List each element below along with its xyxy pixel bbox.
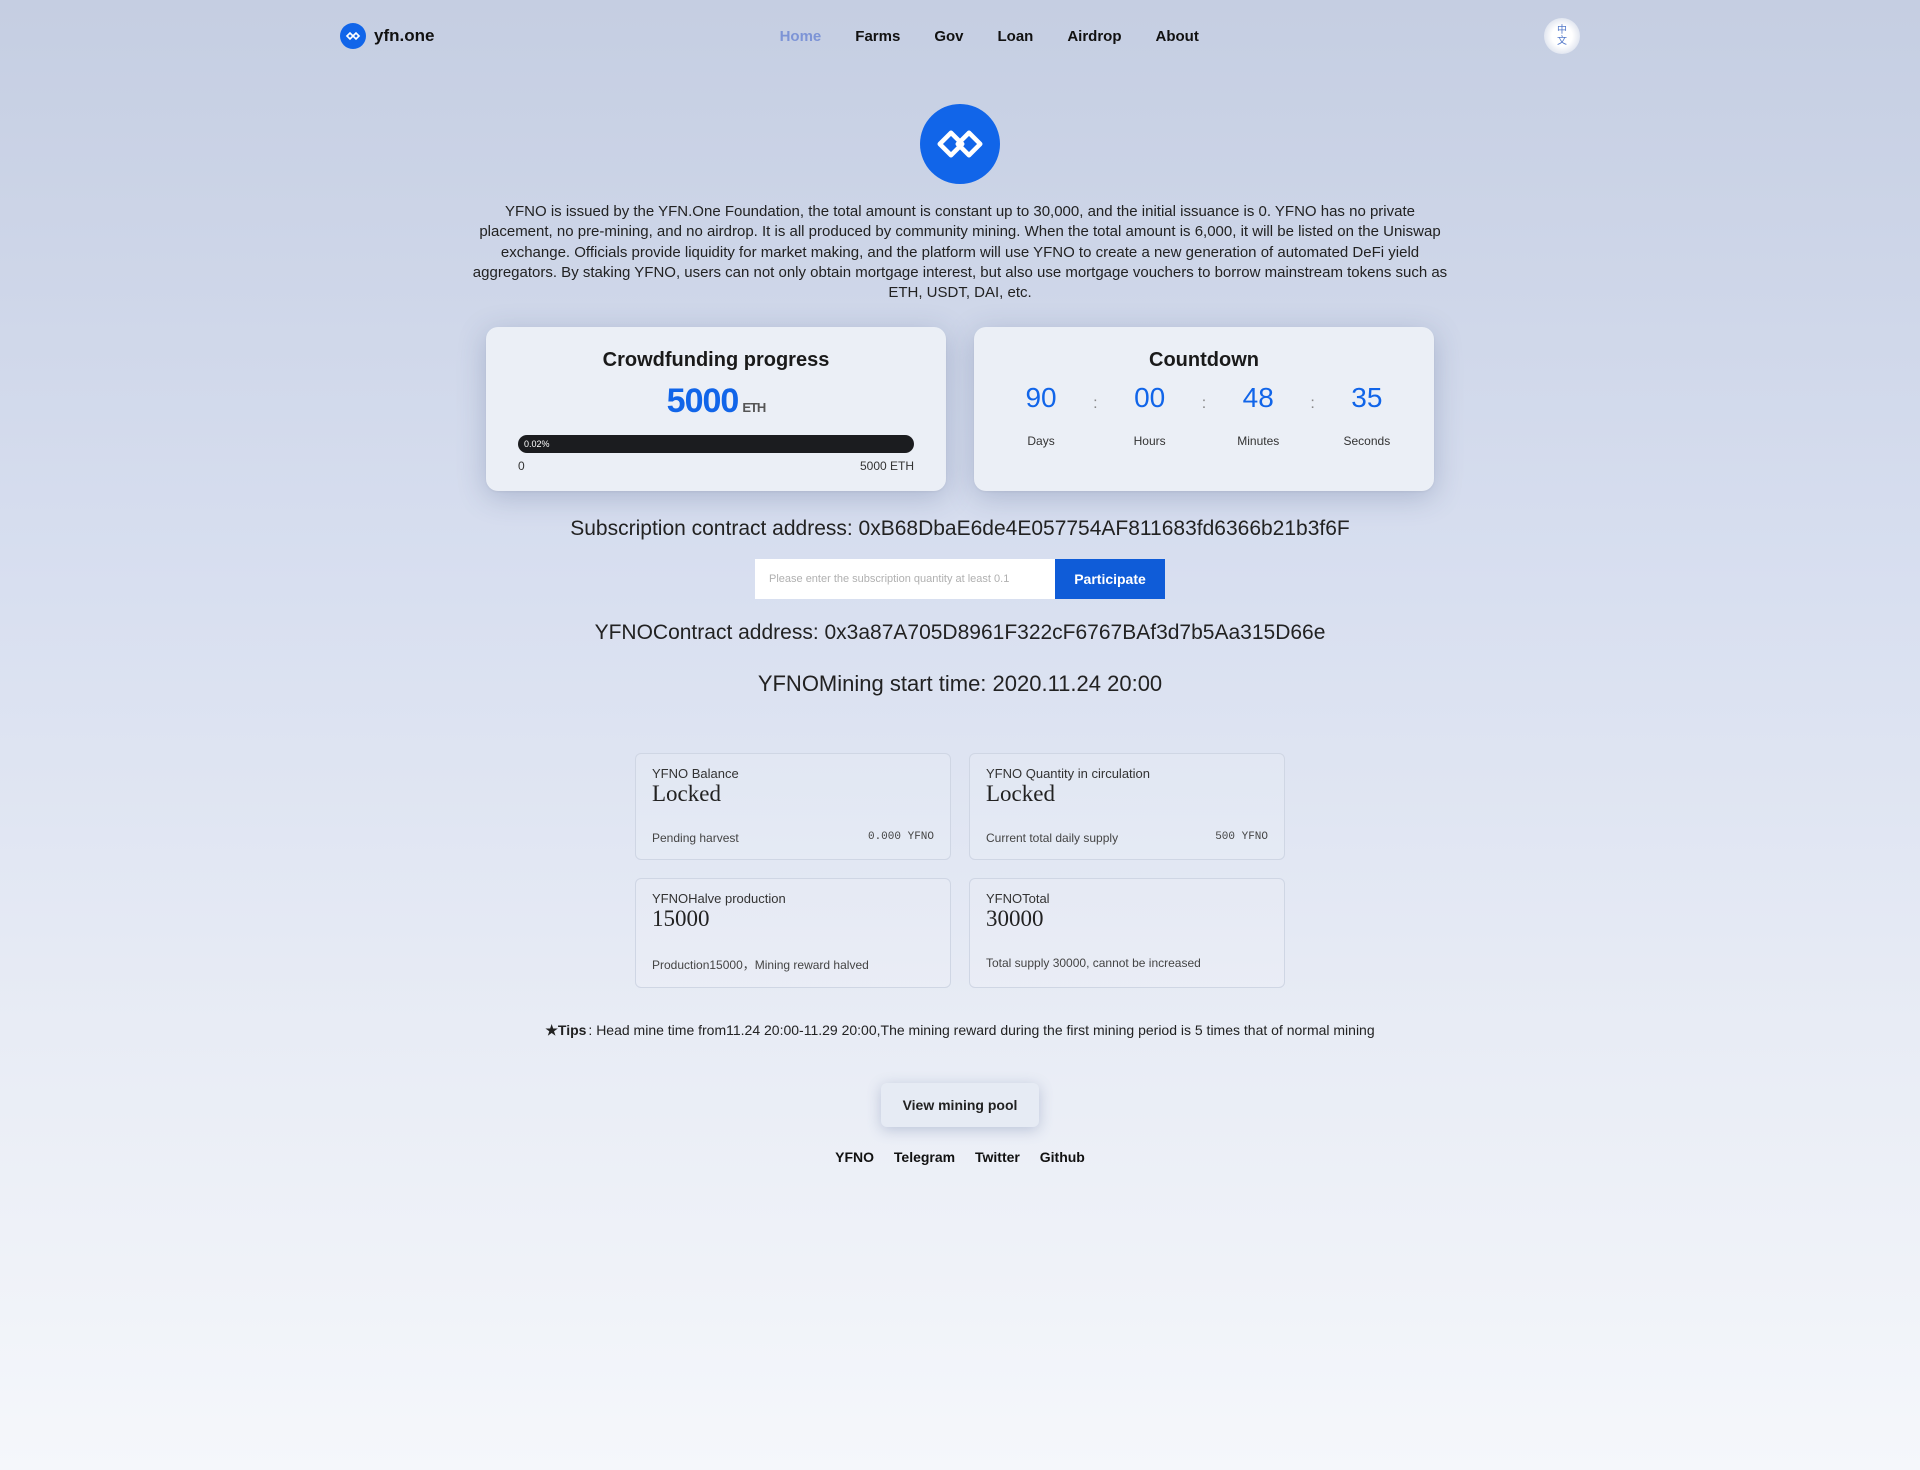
stat-total-value: 30000 [986, 906, 1268, 932]
footer-yfno[interactable]: YFNO [835, 1149, 874, 1165]
nav-about[interactable]: About [1156, 28, 1199, 45]
progress-pct: 0.02% [524, 435, 550, 453]
logo-icon [340, 23, 366, 49]
stat-halve-value: 15000 [652, 906, 934, 932]
colon: : [1310, 395, 1314, 413]
lang-line2: 文 [1557, 36, 1567, 47]
stat-circ-title: YFNO Quantity in circulation [986, 766, 1268, 781]
mining-time: YFNOMining start time: 2020.11.24 20:00 [340, 671, 1580, 697]
colon: : [1202, 395, 1206, 413]
crowdfunding-amount: 5000 [667, 382, 739, 420]
header: yfn.one Home Farms Gov Loan Airdrop Abou… [340, 10, 1580, 74]
stat-balance: YFNO Balance Locked Pending harvest 0.00… [635, 753, 951, 860]
nav-home[interactable]: Home [780, 28, 822, 45]
stats-grid: YFNO Balance Locked Pending harvest 0.00… [630, 753, 1290, 988]
stat-balance-subvalue: 0.000 YFNO [868, 831, 934, 845]
crowdfunding-unit: ETH [742, 400, 765, 415]
stat-halve-sublabel: Production15000，Mining reward halved [652, 956, 869, 973]
crowdfunding-card: Crowdfunding progress 5000ETH 0.02% 0 50… [486, 327, 946, 491]
participate-button[interactable]: Participate [1055, 559, 1165, 599]
countdown-minutes: 48 [1228, 382, 1288, 414]
countdown-hours: 00 [1120, 382, 1180, 414]
subscription-box: Participate [340, 559, 1580, 599]
subscription-address: Subscription contract address: 0xB68DbaE… [340, 517, 1580, 541]
hero-icon [920, 104, 1000, 184]
countdown-title: Countdown [1000, 349, 1408, 372]
countdown-hours-label: Hours [1120, 434, 1180, 448]
footer-telegram[interactable]: Telegram [894, 1149, 955, 1165]
tips: ★Tips: Head mine time from11.24 20:00-11… [340, 1022, 1580, 1039]
subscription-input[interactable] [755, 559, 1055, 599]
footer-twitter[interactable]: Twitter [975, 1149, 1020, 1165]
view-mining-pool-button[interactable]: View mining pool [881, 1083, 1040, 1127]
footer-github[interactable]: Github [1040, 1149, 1085, 1165]
description: YFNO is issued by the YFN.One Foundation… [470, 202, 1450, 317]
countdown-seconds-label: Seconds [1337, 434, 1397, 448]
crowdfunding-title: Crowdfunding progress [512, 349, 920, 372]
progress-min: 0 [518, 459, 525, 473]
stat-total-title: YFNOTotal [986, 891, 1268, 906]
stat-halve: YFNOHalve production 15000 Production150… [635, 878, 951, 988]
stat-halve-title: YFNOHalve production [652, 891, 934, 906]
stat-circ-sublabel: Current total daily supply [986, 831, 1118, 845]
nav-loan[interactable]: Loan [998, 28, 1034, 45]
countdown-card: Countdown 90 Days : 00 Hours : 48 Minute… [974, 327, 1434, 491]
stat-balance-sublabel: Pending harvest [652, 831, 739, 845]
countdown-seconds: 35 [1337, 382, 1397, 414]
stat-balance-title: YFNO Balance [652, 766, 934, 781]
progress-bar: 0.02% 0 5000 ETH [512, 435, 920, 473]
countdown-minutes-label: Minutes [1228, 434, 1288, 448]
countdown-days: 90 [1011, 382, 1071, 414]
tips-label: ★Tips [545, 1022, 586, 1038]
footer-links: YFNO Telegram Twitter Github [340, 1149, 1580, 1205]
language-button[interactable]: 中 文 [1544, 18, 1580, 54]
stat-circ-subvalue: 500 YFNO [1215, 831, 1268, 845]
progress-max: 5000 ETH [860, 459, 914, 473]
tips-text: : Head mine time from11.24 20:00-11.29 2… [588, 1022, 1374, 1038]
stat-balance-value: Locked [652, 781, 934, 807]
nav-gov[interactable]: Gov [934, 28, 963, 45]
brand-text: yfn.one [374, 26, 434, 46]
stat-total: YFNOTotal 30000 Total supply 30000, cann… [969, 878, 1285, 988]
cards-row: Crowdfunding progress 5000ETH 0.02% 0 50… [340, 327, 1580, 491]
main-nav: Home Farms Gov Loan Airdrop About [434, 28, 1544, 45]
lang-line1: 中 [1557, 25, 1567, 36]
nav-farms[interactable]: Farms [855, 28, 900, 45]
stat-circulation: YFNO Quantity in circulation Locked Curr… [969, 753, 1285, 860]
contract-address: YFNOContract address: 0x3a87A705D8961F32… [340, 621, 1580, 645]
hero: YFNO is issued by the YFN.One Foundation… [340, 74, 1580, 317]
countdown-days-label: Days [1011, 434, 1071, 448]
logo[interactable]: yfn.one [340, 23, 434, 49]
colon: : [1093, 395, 1097, 413]
stat-total-sublabel: Total supply 30000, cannot be increased [986, 956, 1201, 970]
nav-airdrop[interactable]: Airdrop [1067, 28, 1121, 45]
stat-circ-value: Locked [986, 781, 1268, 807]
